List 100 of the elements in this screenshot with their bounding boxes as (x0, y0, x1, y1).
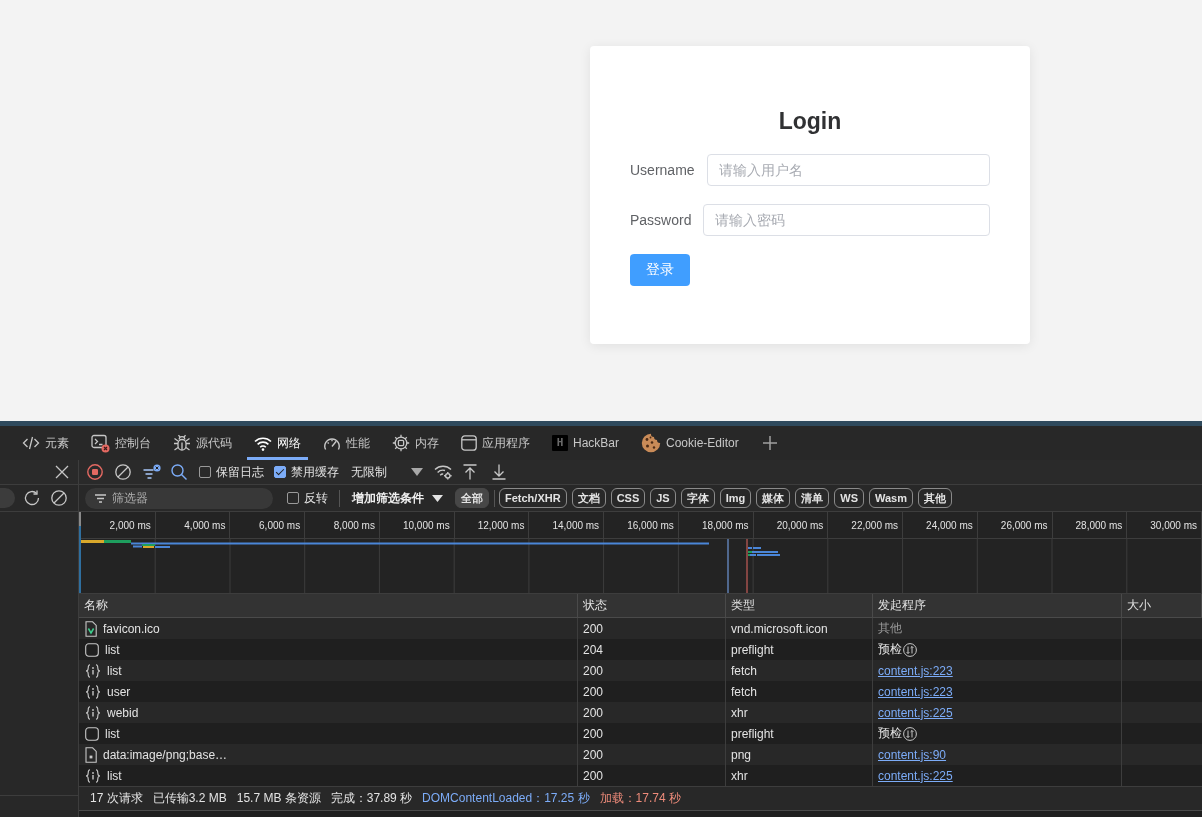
request-name: webid (107, 705, 139, 720)
tick-label: 16,000 ms (627, 519, 674, 531)
summary-text: 15.7 MB 条资源 (236, 790, 321, 807)
request-name: list (105, 726, 120, 741)
filter-field[interactable]: 筛选器 (85, 487, 273, 509)
rounded-square-icon (85, 642, 99, 657)
filter-chip[interactable]: Fetch/XHR (499, 488, 567, 508)
arrows-circle-icon[interactable] (903, 726, 917, 741)
devtools-tab[interactable]: 应用程序 (454, 426, 537, 460)
search-icon[interactable] (171, 464, 187, 480)
devtools-tab[interactable]: 控制台 (84, 426, 158, 460)
tick-label: 24,000 ms (926, 519, 973, 531)
circle-slash-icon[interactable] (115, 464, 131, 480)
circle-slash-icon[interactable] (51, 490, 67, 506)
more-filters-dropdown[interactable]: 增加筛选条件 (352, 489, 443, 507)
column-header[interactable]: 类型 (726, 594, 873, 617)
tick-label: 28,000 ms (1075, 519, 1123, 531)
checkbox[interactable] (199, 466, 211, 478)
column-header[interactable]: 发起程序 (873, 594, 1122, 617)
filter-chip[interactable]: 清单 (795, 488, 830, 508)
table-row[interactable]: list 200 preflight 预检 (79, 723, 1202, 744)
initiator-link[interactable]: content.js:225 (878, 705, 953, 720)
bug-icon (173, 434, 191, 452)
tick-label: 4,000 ms (184, 519, 226, 531)
field-label: Password (630, 212, 693, 228)
devtools-tab[interactable]: Cookie-Editor (634, 426, 746, 460)
initiator-link[interactable]: content.js:223 (878, 684, 953, 699)
devtools-tab[interactable]: 元素 (15, 426, 76, 460)
filter-chip[interactable]: Img (719, 488, 752, 508)
request-name: list (105, 642, 120, 657)
initiator-text: 预检 (878, 641, 902, 658)
devtools-tab[interactable]: 源代码 (166, 426, 239, 460)
tick-label: 18,000 ms (701, 519, 749, 531)
upload-icon[interactable] (463, 464, 477, 480)
braces-icon (85, 705, 101, 720)
arrows-circle-icon[interactable] (903, 642, 917, 657)
refresh-icon[interactable] (24, 490, 40, 506)
request-name: list (107, 768, 122, 783)
table-row[interactable]: list 200 xhr content.js:225 (79, 765, 1202, 786)
file-icon (85, 620, 97, 637)
summary-text: DOMContentLoaded：17.25 秒 (422, 790, 590, 807)
checkbox-label: 禁用缓存 (291, 463, 339, 481)
gear-icon (392, 434, 410, 452)
filter-icon (95, 493, 106, 503)
filter-chip[interactable]: Wasm (869, 488, 913, 508)
initiator-link[interactable]: content.js:223 (878, 663, 953, 678)
cookie-icon (641, 433, 661, 453)
download-icon[interactable] (492, 464, 506, 480)
request-name: user (107, 684, 131, 699)
checkbox[interactable] (287, 492, 299, 504)
filter-chip[interactable]: JS (650, 488, 676, 508)
tick-label: 2,000 ms (109, 519, 151, 531)
plus-icon[interactable] (762, 436, 777, 450)
horizontal-scrollbar[interactable] (79, 810, 1202, 817)
input-field[interactable]: 请输入密码 (703, 204, 990, 236)
form-title: Login (777, 107, 843, 136)
tick-label: 10,000 ms (402, 519, 450, 531)
range-handle[interactable] (79, 512, 81, 593)
record-icon[interactable] (87, 464, 103, 480)
devtools-tab[interactable]: 性能 (316, 426, 377, 460)
gauge-icon (323, 435, 341, 451)
rounded-square-icon (85, 726, 99, 741)
braces-icon (85, 768, 101, 783)
code-icon (22, 435, 40, 451)
filter-icon[interactable] (143, 464, 161, 480)
initiator-link[interactable]: content.js:225 (878, 768, 953, 783)
devtools-tab[interactable]: H HackBar (545, 426, 626, 460)
filter-chip[interactable]: CSS (610, 488, 646, 508)
wifi-settings-icon[interactable] (434, 464, 452, 480)
caret-icon (411, 468, 423, 476)
table-row[interactable]: user 200 fetch content.js:223 (79, 681, 1202, 702)
filter-chip[interactable]: 媒体 (756, 488, 791, 508)
column-header[interactable]: 大小 (1122, 594, 1202, 617)
filter-chip[interactable]: 文档 (571, 488, 606, 508)
filter-chip[interactable]: 其他 (918, 488, 952, 508)
filter-chip[interactable]: 字体 (680, 488, 715, 508)
initiator-text: 其他 (878, 620, 902, 637)
table-row[interactable]: list 204 preflight 预检 (79, 639, 1202, 660)
checkbox-label: 反转 (304, 489, 328, 507)
filter-chip[interactable]: WS (834, 488, 864, 508)
summary-text: 17 次请求 (90, 790, 143, 807)
throttling-select[interactable]: 无限制 (351, 463, 423, 481)
field-label: Username (630, 162, 696, 178)
tick-label: 20,000 ms (776, 519, 824, 531)
checkbox-label: 保留日志 (216, 463, 264, 481)
letter-logo: H (552, 435, 568, 451)
tick-label: 26,000 ms (1000, 519, 1048, 531)
column-header[interactable]: 状态 (578, 594, 726, 617)
devtools-tab[interactable]: 内存 (385, 426, 446, 460)
filter-chip[interactable]: 全部 (455, 488, 489, 508)
close-icon[interactable] (55, 465, 69, 479)
tick-label: 14,000 ms (552, 519, 600, 531)
window-icon (461, 435, 477, 451)
braces-icon (85, 684, 101, 699)
file-icon (85, 746, 97, 763)
input-field[interactable]: 请输入用户名 (706, 154, 990, 186)
initiator-link[interactable]: content.js:90 (878, 747, 947, 762)
checkbox[interactable] (274, 466, 286, 478)
braces-icon (85, 663, 101, 678)
column-header[interactable]: 名称 (79, 594, 578, 617)
